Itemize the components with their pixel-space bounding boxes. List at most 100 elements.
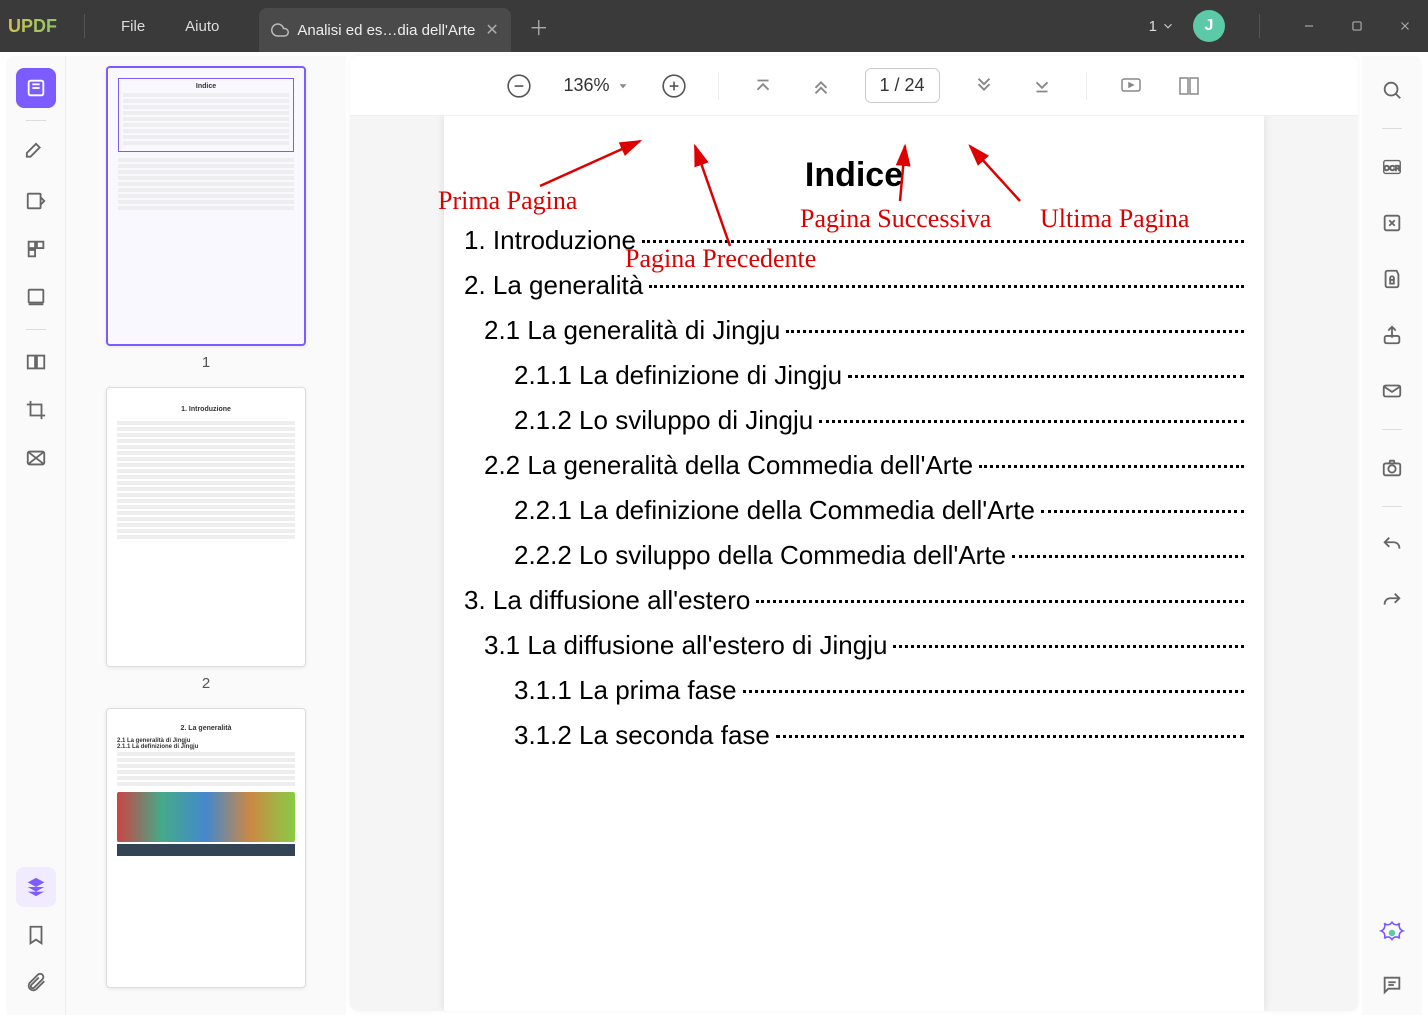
redact-button[interactable] <box>16 438 56 478</box>
minimize-button[interactable] <box>1294 11 1324 41</box>
thumbnail-page-1[interactable]: Indice <box>106 66 306 346</box>
toc-entry: 2.2 La generalità della Commedia dell'Ar… <box>484 450 1244 481</box>
toc-leader-dots <box>1041 510 1244 513</box>
separator <box>84 14 85 38</box>
maximize-button[interactable] <box>1342 11 1372 41</box>
toc-entry: 2. La generalità <box>464 270 1244 301</box>
menu-file[interactable]: File <box>101 18 165 35</box>
page-indicator[interactable]: 1 / 24 <box>865 68 940 103</box>
close-icon <box>1398 19 1412 33</box>
maximize-icon <box>1350 19 1364 33</box>
toc-leader-dots <box>979 465 1244 468</box>
avatar[interactable]: J <box>1193 10 1225 42</box>
next-page-button[interactable] <box>970 72 998 100</box>
convert-button[interactable] <box>1374 205 1410 241</box>
bookmark-button[interactable] <box>16 915 56 955</box>
toc-entry: 3.1 La diffusione all'estero di Jingju <box>484 630 1244 661</box>
toc-leader-dots <box>819 420 1244 423</box>
fill-sign-button[interactable] <box>16 277 56 317</box>
zoom-dropdown[interactable]: 136% <box>563 75 629 96</box>
document-tab[interactable]: Analisi ed es…dia dell'Arte ✕ <box>259 8 510 52</box>
compare-button[interactable] <box>16 342 56 382</box>
toc-text: 3.1.1 La prima fase <box>514 675 737 706</box>
edit-text-button[interactable] <box>16 181 56 221</box>
layout-icon <box>1177 74 1201 98</box>
separator <box>1382 128 1402 129</box>
organize-pages-button[interactable] <box>16 229 56 269</box>
document-viewport[interactable]: Indice 1. Introduzione2. La generalità2.… <box>350 116 1358 1011</box>
undo-button[interactable] <box>1374 527 1410 563</box>
crop-button[interactable] <box>16 390 56 430</box>
close-button[interactable] <box>1390 11 1420 41</box>
toc-leader-dots <box>649 285 1244 288</box>
separator <box>1086 72 1087 100</box>
right-toolbar: OCR <box>1362 56 1422 1015</box>
ai-button[interactable] <box>1374 915 1410 951</box>
tab-title: Analisi ed es…dia dell'Arte <box>297 22 475 39</box>
presentation-button[interactable] <box>1117 72 1145 100</box>
separator <box>1382 429 1402 430</box>
new-tab-button[interactable]: ＋ <box>529 12 549 41</box>
toc-leader-dots <box>893 645 1244 648</box>
protect-button[interactable] <box>1374 261 1410 297</box>
screenshot-button[interactable] <box>1374 450 1410 486</box>
page-layout-button[interactable] <box>1175 72 1203 100</box>
thumbnail-page-3[interactable]: 2. La generalità 2.1 La generalità di Ji… <box>106 708 306 988</box>
ocr-button[interactable]: OCR <box>1374 149 1410 185</box>
redo-button[interactable] <box>1374 583 1410 619</box>
toc-text: 2. La generalità <box>464 270 643 301</box>
form-icon <box>25 286 47 308</box>
toc-entry: 2.2.1 La definizione della Commedia dell… <box>514 495 1244 526</box>
chevron-down-double-icon <box>973 75 995 97</box>
book-icon <box>25 77 47 99</box>
toc-text: 1. Introduzione <box>464 225 636 256</box>
chevron-up-double-icon <box>810 75 832 97</box>
toc-leader-dots <box>848 375 1244 378</box>
plus-circle-icon <box>661 73 687 99</box>
comment-icon <box>1381 974 1403 996</box>
previous-page-button[interactable] <box>807 72 835 100</box>
redo-icon <box>1381 590 1403 612</box>
minus-circle-icon <box>506 73 532 99</box>
reader-mode-button[interactable] <box>16 68 56 108</box>
highlighter-icon <box>25 142 47 164</box>
convert-icon <box>1381 212 1403 234</box>
share-button[interactable] <box>1374 317 1410 353</box>
edit-text-icon <box>25 190 47 212</box>
last-page-button[interactable] <box>1028 72 1056 100</box>
thumbnail-panel[interactable]: Indice 1 1. Introduzione <box>66 56 346 1015</box>
separator <box>1259 14 1260 38</box>
toc-text: 2.2.1 La definizione della Commedia dell… <box>514 495 1035 526</box>
toc-entry: 3.1.1 La prima fase <box>514 675 1244 706</box>
first-page-icon <box>752 75 774 97</box>
zoom-out-button[interactable] <box>505 72 533 100</box>
left-toolbar <box>6 56 66 1015</box>
search-button[interactable] <box>1374 72 1410 108</box>
redact-icon <box>25 447 47 469</box>
thumbnail-page-2[interactable]: 1. Introduzione <box>106 387 306 667</box>
toc-text: 2.2.2 Lo sviluppo della Commedia dell'Ar… <box>514 540 1006 571</box>
minimize-icon <box>1302 19 1316 33</box>
first-page-button[interactable] <box>749 72 777 100</box>
layers-button[interactable] <box>16 867 56 907</box>
tab-close-button[interactable]: ✕ <box>485 20 498 40</box>
annotate-button[interactable] <box>16 133 56 173</box>
undo-icon <box>1381 534 1403 556</box>
svg-text:OCR: OCR <box>1384 164 1400 173</box>
toc-leader-dots <box>642 240 1244 243</box>
toc-text: 2.2 La generalità della Commedia dell'Ar… <box>484 450 973 481</box>
last-page-icon <box>1031 75 1053 97</box>
menu-help[interactable]: Aiuto <box>165 18 239 35</box>
mail-icon <box>1381 380 1403 402</box>
toc-leader-dots <box>776 735 1244 738</box>
separator <box>26 120 46 121</box>
workspace-indicator[interactable]: 1 <box>1149 18 1175 35</box>
attachment-button[interactable] <box>16 963 56 1003</box>
email-button[interactable] <box>1374 373 1410 409</box>
comment-button[interactable] <box>1374 967 1410 1003</box>
camera-icon <box>1381 457 1403 479</box>
zoom-in-button[interactable] <box>660 72 688 100</box>
chevron-down-icon <box>1161 19 1175 33</box>
toc-text: 3. La diffusione all'estero <box>464 585 750 616</box>
main-layout: Indice 1 1. Introduzione <box>0 52 1428 1015</box>
